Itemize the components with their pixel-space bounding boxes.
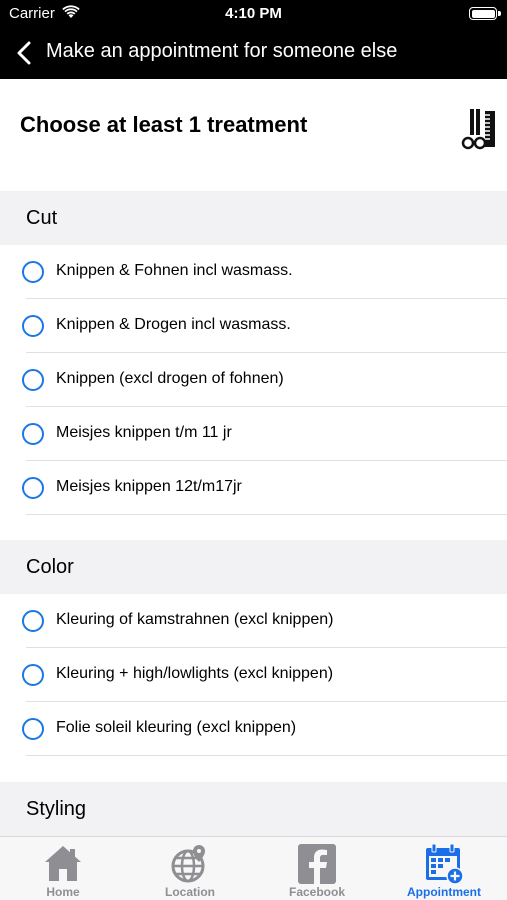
treatment-label: Knippen & Drogen incl wasmass.: [56, 316, 291, 333]
nav-title: Make an appointment for someone else: [46, 40, 398, 62]
section-label: Styling: [26, 798, 87, 820]
scissors-comb-icon: [461, 109, 495, 150]
clock: 4:10 PM: [225, 5, 282, 22]
section-header-styling: Styling: [0, 782, 507, 836]
radio-button[interactable]: [22, 610, 44, 632]
treatment-label: Knippen & Fohnen incl wasmass.: [56, 262, 293, 279]
treatment-label: Meisjes knippen t/m 11 jr: [56, 424, 232, 441]
treatment-row[interactable]: Knippen & Fohnen incl wasmass.: [0, 245, 507, 299]
status-bar: Carrier 4:10 PM: [0, 0, 507, 28]
tab-label: Facebook: [288, 885, 345, 899]
treatment-row[interactable]: Kleuring + high/lowlights (excl knippen): [0, 648, 507, 702]
tab-appointment[interactable]: Appointment: [381, 837, 507, 900]
radio-button[interactable]: [22, 718, 44, 740]
treatment-label: Folie soleil kleuring (excl knippen): [56, 719, 297, 736]
radio-button[interactable]: [22, 664, 44, 686]
back-chevron-icon[interactable]: [14, 40, 34, 66]
radio-button[interactable]: [22, 369, 44, 391]
treatment-label: Knippen (excl drogen of fohnen): [56, 370, 284, 387]
home-icon: [45, 846, 81, 881]
tab-facebook[interactable]: Facebook: [254, 837, 380, 900]
tab-label: Appointment: [407, 885, 481, 899]
radio-button[interactable]: [22, 315, 44, 337]
treatment-row[interactable]: Kleuring of kamstrahnen (excl knippen): [0, 594, 507, 648]
page-title: Choose at least 1 treatment: [20, 112, 308, 137]
treatment-row[interactable]: Knippen (excl drogen of fohnen): [0, 353, 507, 407]
tab-home[interactable]: Home: [0, 837, 126, 900]
tab-label: Home: [46, 885, 80, 899]
treatment-label: Meisjes knippen 12t/m17jr: [56, 478, 242, 495]
treatment-label: Kleuring of kamstrahnen (excl knippen): [56, 611, 334, 628]
section-label: Color: [26, 556, 74, 578]
tab-label: Location: [165, 885, 215, 899]
globe-pin-icon: [171, 845, 205, 883]
battery-icon: [469, 7, 501, 20]
section-header-color: Color: [0, 540, 507, 594]
facebook-icon: [298, 844, 336, 884]
navigation-bar: Make an appointment for someone else: [0, 28, 507, 79]
tab-bar: Home Location Facebook Appointment: [0, 836, 507, 900]
radio-button[interactable]: [22, 261, 44, 283]
treatment-row[interactable]: Folie soleil kleuring (excl knippen): [0, 702, 507, 756]
radio-button[interactable]: [22, 423, 44, 445]
treatment-row[interactable]: Knippen & Drogen incl wasmass.: [0, 299, 507, 353]
treatment-row[interactable]: Meisjes knippen t/m 11 jr: [0, 407, 507, 461]
tab-location[interactable]: Location: [127, 837, 253, 900]
calendar-add-icon: [426, 843, 464, 885]
radio-button[interactable]: [22, 477, 44, 499]
section-label: Cut: [26, 207, 58, 229]
section-header-cut: Cut: [0, 191, 507, 245]
page-header: Choose at least 1 treatment: [0, 79, 507, 191]
treatment-row[interactable]: Meisjes knippen 12t/m17jr: [0, 461, 507, 515]
treatment-label: Kleuring + high/lowlights (excl knippen): [56, 665, 334, 682]
